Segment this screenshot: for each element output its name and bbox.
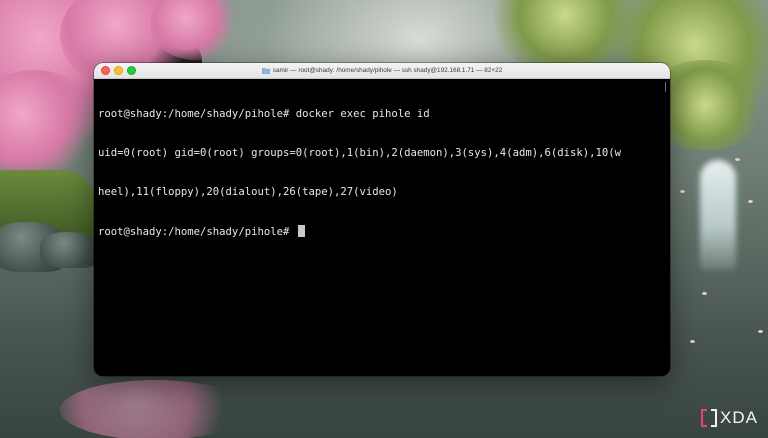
- window-title-group: samir — root@shady: /home/shady/pihole —…: [94, 63, 670, 78]
- wallpaper-petal: [680, 190, 685, 193]
- wallpaper-petal: [690, 340, 695, 343]
- minimize-button[interactable]: [114, 66, 123, 75]
- wallpaper-petal: [735, 158, 740, 161]
- terminal-prompt-line[interactable]: root@shady:/home/shady/pihole#: [98, 225, 666, 238]
- terminal-window[interactable]: samir — root@shady: /home/shady/pihole —…: [94, 63, 670, 376]
- wallpaper-petal: [702, 292, 707, 295]
- close-button[interactable]: [101, 66, 110, 75]
- window-title: samir — root@shady: /home/shady/pihole —…: [272, 67, 503, 74]
- terminal-output[interactable]: root@shady:/home/shady/pihole# docker ex…: [94, 79, 670, 264]
- terminal-line: root@shady:/home/shady/pihole# docker ex…: [98, 108, 430, 120]
- traffic-lights: [94, 66, 136, 75]
- wallpaper-petal: [748, 200, 753, 203]
- wallpaper-rock: [40, 232, 100, 268]
- wallpaper-waterfall: [700, 160, 736, 270]
- wallpaper-petal: [758, 330, 763, 333]
- title-bar[interactable]: samir — root@shady: /home/shady/pihole —…: [94, 63, 670, 79]
- text-cursor: [297, 225, 305, 237]
- terminal-prompt: root@shady:/home/shady/pihole#: [98, 226, 296, 238]
- terminal-line: uid=0(root) gid=0(root) groups=0(root),1…: [98, 147, 621, 159]
- xda-watermark-text: XDA: [720, 408, 758, 427]
- terminal-line: heel),11(floppy),20(dialout),26(tape),27…: [98, 186, 398, 198]
- zoom-button[interactable]: [127, 66, 136, 75]
- scrollbar-indicator[interactable]: [665, 82, 666, 92]
- folder-icon: [261, 68, 270, 74]
- wallpaper-reflection: [60, 380, 250, 438]
- xda-watermark: XDA: [701, 408, 758, 428]
- xda-logo-icon: [701, 409, 718, 427]
